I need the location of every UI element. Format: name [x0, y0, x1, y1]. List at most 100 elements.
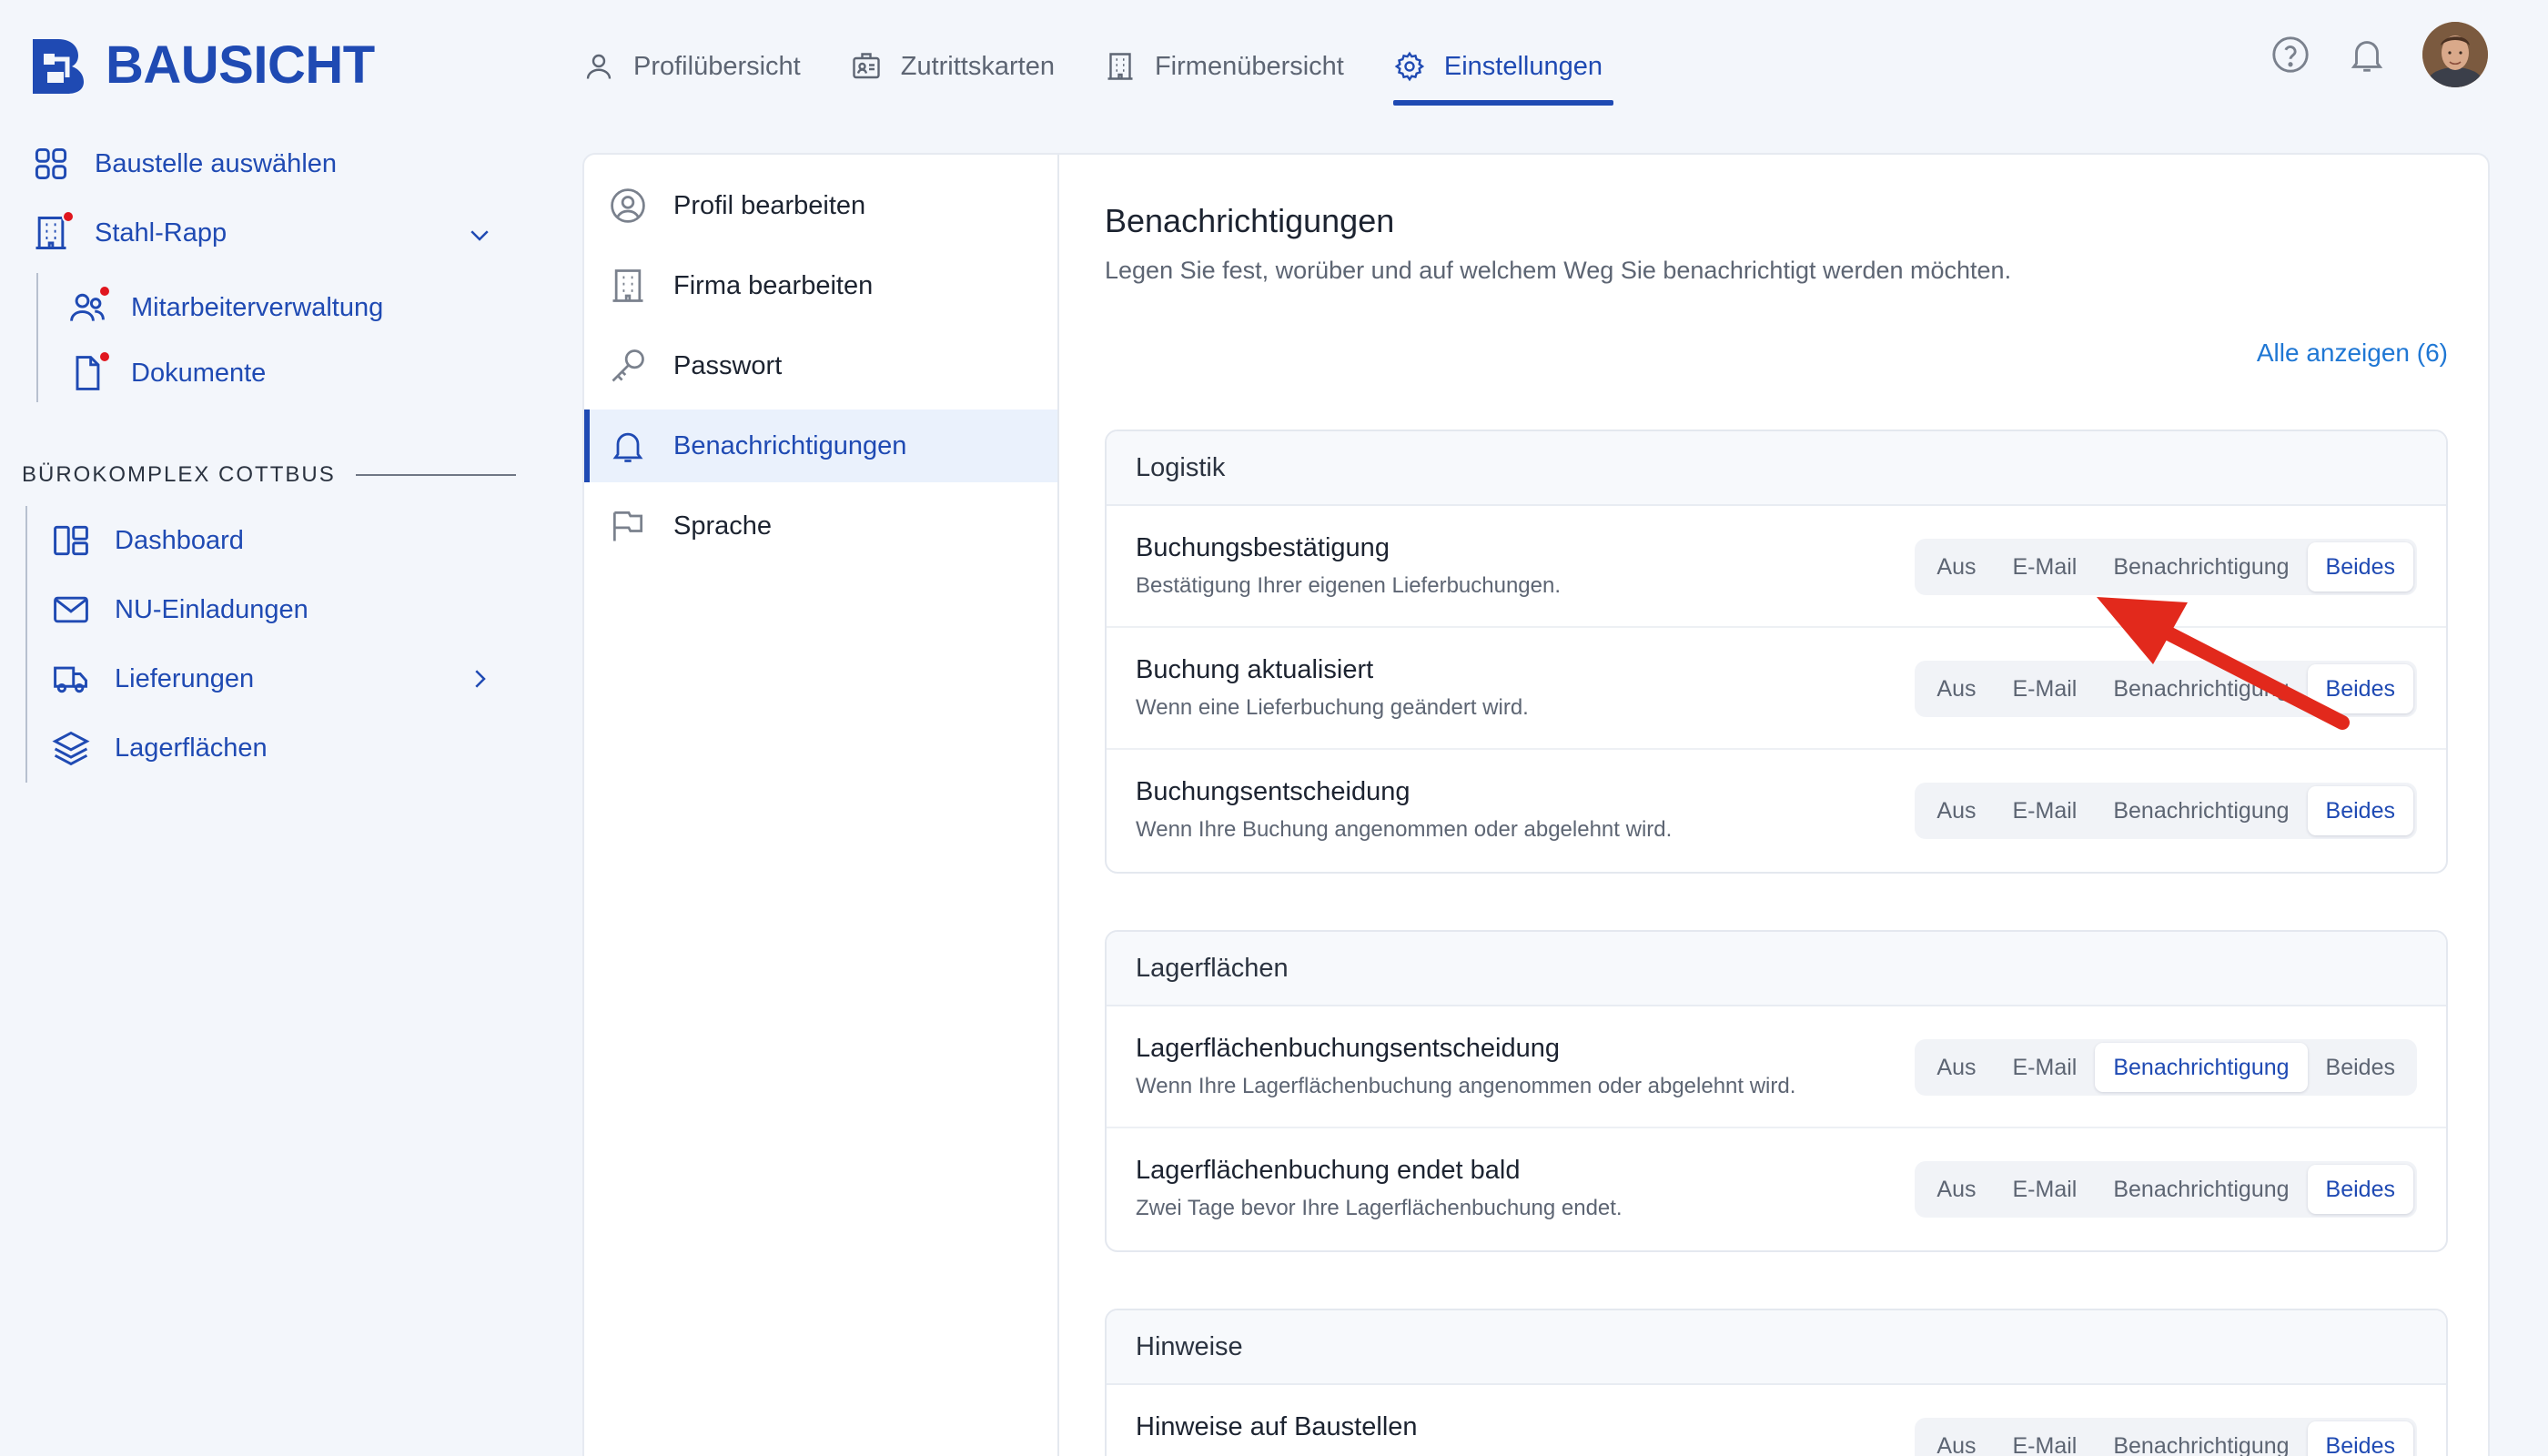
menu-item-sprache[interactable]: Sprache: [584, 490, 1057, 562]
user-circle-icon: [611, 188, 645, 223]
section-heading-label: BÜROKOMPLEX COTTBUS: [22, 462, 336, 487]
sidebar-item-mitarbeiterverwaltung[interactable]: Mitarbeiterverwaltung: [67, 285, 383, 328]
avatar[interactable]: [2422, 22, 2488, 87]
channel-segmented-control: Aus E-Mail Benachrichtigung Beides: [1915, 1161, 2417, 1218]
tree-line: [36, 273, 38, 402]
building-icon: [612, 269, 643, 302]
channel-option-email[interactable]: E-Mail: [1995, 786, 2096, 835]
building-icon: [1107, 53, 1133, 80]
notification-row: Buchungsbestätigung Bestätigung Ihrer eig…: [1107, 506, 2446, 628]
channel-option-benachrichtigung[interactable]: Benachrichtigung: [2095, 786, 2307, 835]
menu-item-label: Passwort: [673, 350, 783, 380]
channel-option-benachrichtigung[interactable]: Benachrichtigung: [2095, 1165, 2307, 1214]
tab-label: Einstellungen: [1443, 51, 1603, 81]
settings-panel: Profil bearbeiten Firma bearbeiten Passw…: [582, 153, 2490, 1456]
sidebar-item-label: Dokumente: [131, 358, 267, 388]
tab-profiluebersicht[interactable]: Profilübersicht: [582, 35, 801, 98]
channel-option-aus[interactable]: Aus: [1918, 664, 1994, 713]
avatar-image: [2422, 22, 2488, 87]
channel-option-aus[interactable]: Aus: [1918, 1165, 1994, 1214]
menu-item-label: Firma bearbeiten: [673, 270, 874, 300]
channel-option-email[interactable]: E-Mail: [1995, 1165, 2096, 1214]
chevron-down-icon[interactable]: [466, 221, 493, 248]
channel-segmented-control: Aus E-Mail Benachrichtigung Beides: [1915, 661, 2417, 717]
tab-einstellungen[interactable]: Einstellungen: [1392, 35, 1614, 106]
settings-menu: Profil bearbeiten Firma bearbeiten Passw…: [584, 155, 1059, 1456]
sidebar-item-lagerflaechen[interactable]: Lagerflächen: [51, 728, 268, 768]
notification-dot: [98, 350, 111, 363]
notification-title: Buchungsentscheidung: [1136, 777, 1410, 806]
tab-label: Profilübersicht: [633, 51, 801, 81]
channel-option-beides[interactable]: Beides: [2307, 786, 2413, 835]
site-section-heading: BÜROKOMPLEX COTTBUS: [22, 462, 516, 488]
company-selector[interactable]: Stahl-Rapp: [31, 210, 228, 253]
channel-segmented-control: Aus E-Mail Benachrichtigung Beides: [1915, 783, 2417, 839]
notification-title: Buchung aktualisiert: [1136, 655, 1374, 684]
page-title: Benachrichtigungen: [1105, 202, 1395, 239]
channel-option-beides[interactable]: Beides: [2307, 664, 2413, 713]
notification-group: Logistik Buchungsbestätigung Bestätigung I…: [1105, 430, 2448, 874]
menu-item-profil-bearbeiten[interactable]: Profil bearbeiten: [584, 169, 1057, 242]
select-site-link[interactable]: Baustelle auswählen: [31, 144, 337, 184]
channel-option-beides[interactable]: Beides: [2308, 1043, 2413, 1092]
channel-option-benachrichtigung[interactable]: Benachrichtigung: [2095, 1043, 2308, 1092]
sidebar-item-lieferungen[interactable]: Lieferungen: [51, 659, 254, 699]
logo-mark-icon: [33, 38, 84, 94]
company-name: Stahl-Rapp: [95, 217, 228, 248]
channel-option-benachrichtigung[interactable]: Benachrichtigung: [2095, 542, 2307, 592]
flag-icon: [612, 511, 643, 541]
notification-title: Hinweise auf Baustellen: [1136, 1412, 1418, 1441]
channel-segmented-control: Aus E-Mail Benachrichtigung Beides: [1915, 1039, 2417, 1096]
top-right-actions: [2270, 22, 2488, 87]
menu-item-firma-bearbeiten[interactable]: Firma bearbeiten: [584, 249, 1057, 322]
menu-item-passwort[interactable]: Passwort: [584, 329, 1057, 402]
sidebar-item-label: Dashboard: [115, 525, 244, 555]
mail-icon: [54, 596, 88, 623]
channel-option-aus[interactable]: Aus: [1918, 786, 1994, 835]
channel-option-email[interactable]: E-Mail: [1995, 664, 2096, 713]
help-icon[interactable]: [2270, 34, 2311, 76]
channel-option-aus[interactable]: Aus: [1918, 542, 1994, 592]
notification-description: Zwei Tage bevor Ihre Lagerflächenbuchung…: [1136, 1196, 1623, 1220]
channel-option-email[interactable]: E-Mail: [1995, 542, 2096, 592]
channel-option-beides[interactable]: Beides: [2307, 1421, 2413, 1456]
channel-option-email[interactable]: E-Mail: [1995, 1043, 2096, 1092]
channel-option-benachrichtigung[interactable]: Benachrichtigung: [2095, 1421, 2307, 1456]
user-icon: [586, 54, 612, 79]
channel-option-email[interactable]: E-Mail: [1995, 1421, 2096, 1456]
notification-description: Wenn Ihre Buchung angenommen oder abgele…: [1136, 817, 1673, 842]
channel-option-beides[interactable]: Beides: [2307, 1165, 2413, 1214]
id-card-icon: [853, 53, 880, 79]
sidebar-item-dokumente[interactable]: Dokumente: [67, 350, 267, 393]
notification-group: Hinweise Hinweise auf Baustellen Aus E-Mail…: [1105, 1309, 2448, 1456]
sidebar-item-label: Lieferungen: [115, 663, 255, 693]
brand-logo[interactable]: BAUSICHT: [27, 35, 375, 96]
chevron-right-icon[interactable]: [466, 665, 493, 693]
channel-option-aus[interactable]: Aus: [1918, 1421, 1994, 1456]
notification-row: Buchungsentscheidung Wenn Ihre Buchung an…: [1107, 750, 2446, 872]
channel-option-aus[interactable]: Aus: [1918, 1043, 1994, 1092]
channel-option-beides[interactable]: Beides: [2307, 542, 2413, 592]
tab-firmenuebersicht[interactable]: Firmenübersicht: [1104, 35, 1344, 98]
channel-option-benachrichtigung[interactable]: Benachrichtigung: [2095, 664, 2307, 713]
show-all-link[interactable]: Alle anzeigen (6): [2257, 339, 2448, 368]
menu-item-label: Benachrichtigungen: [673, 430, 907, 460]
notification-title: Lagerflächenbuchung endet bald: [1136, 1156, 1521, 1185]
brand-name: BAUSICHT: [106, 35, 375, 95]
sidebar-item-nu-einladungen[interactable]: NU-Einladungen: [51, 590, 308, 630]
key-icon: [612, 349, 644, 382]
grid-icon: [35, 147, 67, 180]
tab-zutrittskarten[interactable]: Zutrittskarten: [850, 35, 1055, 98]
channel-segmented-control: Aus E-Mail Benachrichtigung Beides: [1915, 1418, 2417, 1456]
dashboard-icon: [54, 525, 88, 556]
menu-item-benachrichtigungen[interactable]: Benachrichtigungen: [584, 410, 1057, 482]
group-title: Hinweise: [1107, 1310, 2446, 1385]
bell-icon[interactable]: [2346, 34, 2388, 76]
notification-row: Lagerflächenbuchung endet bald Zwei Tage …: [1107, 1128, 2446, 1250]
notification-title: Lagerflächenbuchungsentscheidung: [1136, 1034, 1560, 1063]
channel-segmented-control: Aus E-Mail Benachrichtigung Beides: [1915, 539, 2417, 595]
section-divider: [355, 474, 516, 476]
sidebar-item-dashboard[interactable]: Dashboard: [51, 521, 244, 561]
sidebar-item-label: NU-Einladungen: [115, 594, 308, 624]
group-title: Logistik: [1107, 431, 2446, 506]
